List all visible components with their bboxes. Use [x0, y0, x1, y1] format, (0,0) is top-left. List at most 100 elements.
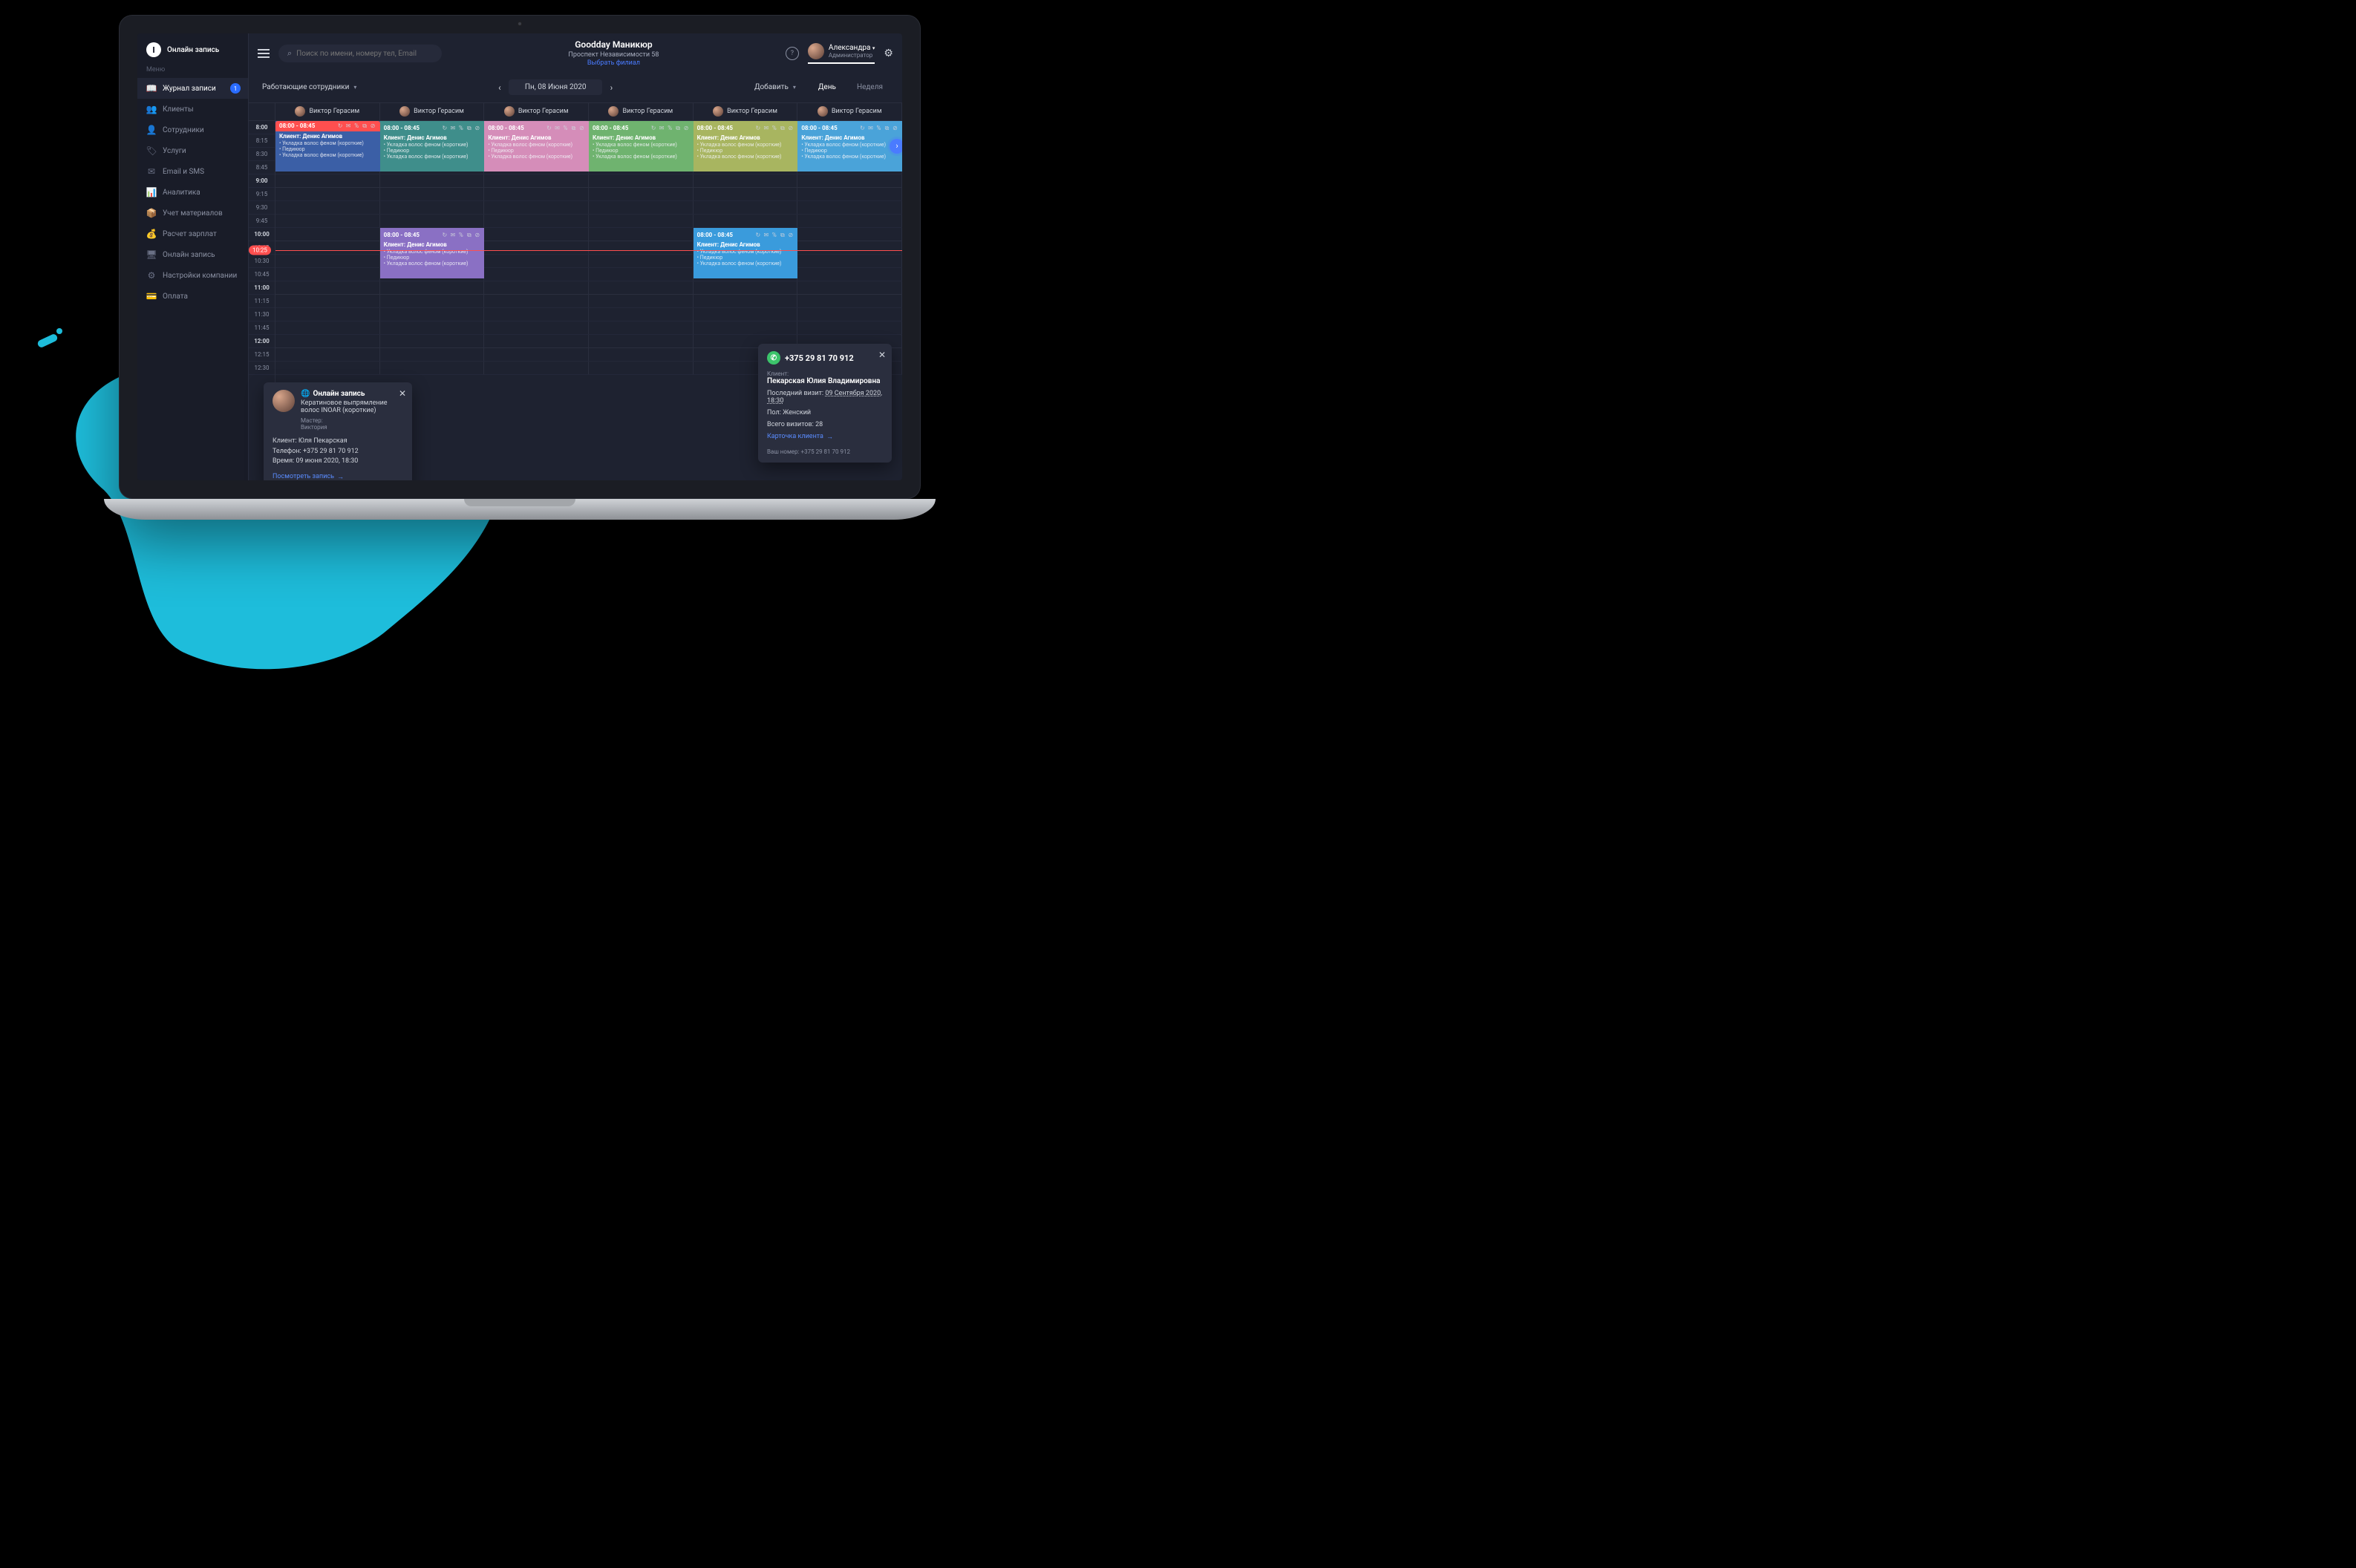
column-header[interactable]: Виктор Герасим [589, 103, 694, 120]
gear-icon[interactable]: ⚙ [884, 48, 893, 59]
view-record-link[interactable]: Посмотреть запись → [273, 473, 344, 481]
event-service: • Укладка волос феном (короткие) [801, 142, 898, 148]
help-icon[interactable] [786, 47, 799, 60]
calendar-event[interactable]: 08:00 - 08:45↻✉%⧉⊘Клиент: Денис Агимов• … [694, 228, 798, 278]
time-slot: 11:45 [249, 321, 275, 335]
event-service: • Педикюр [384, 148, 481, 154]
current-date[interactable]: Пн, 08 Июня 2020 [509, 79, 603, 95]
menu-toggle-icon[interactable] [258, 49, 270, 58]
column-header[interactable]: Виктор Герасим [380, 103, 485, 120]
avatar [504, 106, 515, 117]
next-day-button[interactable]: › [602, 79, 620, 97]
check-icon: ⊘ [892, 125, 898, 131]
calendar-event[interactable]: 08:00 - 08:45↻✉%⧉⊘Клиент: Денис Агимов• … [694, 121, 798, 172]
logo[interactable]: I Онлайн запись [137, 33, 248, 65]
event-service: • Педикюр [279, 146, 376, 152]
event-service: • Педикюр [593, 148, 690, 154]
copy-icon: ⧉ [466, 232, 472, 238]
close-icon[interactable]: ✕ [399, 388, 406, 399]
user-menu[interactable]: Александра ▾ Администратор [808, 43, 875, 64]
search-input-wrap[interactable]: ⌕ [278, 45, 442, 62]
close-icon[interactable]: ✕ [878, 350, 886, 360]
search-icon: ⌕ [287, 48, 292, 59]
event-service: • Укладка волос феном (короткие) [697, 142, 794, 148]
calendar-event[interactable]: 08:00 - 08:45↻✉%⧉⊘Клиент: Денис Агимов• … [380, 121, 485, 172]
grid-rows[interactable]: › 08:00 - 08:45↻✉%⧉⊘Клиент: Денис Агимов… [275, 121, 902, 375]
menu-section-label: Меню [137, 65, 248, 78]
refresh-icon: ↻ [754, 125, 761, 131]
globe-icon: 🌐 [301, 390, 310, 398]
refresh-icon: ↻ [441, 232, 448, 238]
caller-phone: +375 29 81 70 912 [785, 353, 854, 363]
event-service: • Укладка волос феном (короткие) [801, 154, 898, 160]
badge: 1 [230, 83, 241, 94]
message-icon: ✉ [867, 125, 874, 131]
sidebar-item-8[interactable]: 🖥Онлайн запись [137, 244, 248, 265]
event-client: Клиент: Денис Агимов [384, 134, 481, 142]
gender: Пол: Женский [767, 409, 883, 416]
sidebar-icon: 💰 [146, 229, 157, 239]
sidebar-icon: 🏷 [146, 146, 157, 156]
event-time: 08:00 - 08:45 [801, 125, 837, 132]
time-slot: 8:45 [249, 161, 275, 174]
calendar-event[interactable]: 08:00 - 08:45↻✉%⧉⊘Клиент: Денис Агимов• … [275, 121, 380, 172]
event-time: 08:00 - 08:45 [697, 125, 733, 132]
time-slot: 9:30 [249, 201, 275, 215]
sidebar-item-10[interactable]: 💳Оплата [137, 286, 248, 307]
sidebar-label: Сотрудники [163, 126, 204, 134]
sidebar-item-1[interactable]: 👥Клиенты [137, 99, 248, 120]
popup-title: Онлайн запись [313, 390, 365, 398]
calendar-event[interactable]: 08:00 - 08:45↻✉%⧉⊘Клиент: Денис Агимов• … [380, 228, 485, 278]
sidebar-item-4[interactable]: ✉Email и SMS [137, 161, 248, 182]
tab-day[interactable]: День [808, 79, 846, 95]
client-name: Пекарская Юлия Владимировна [767, 377, 883, 385]
sidebar-label: Настройки компании [163, 272, 237, 280]
event-service: • Педикюр [697, 255, 794, 261]
sidebar-item-0[interactable]: 📖Журнал записи1 [137, 78, 248, 99]
arrow-right-icon: → [337, 473, 344, 481]
percent-icon: % [562, 125, 569, 131]
sidebar-item-3[interactable]: 🏷Услуги [137, 140, 248, 161]
sidebar-item-6[interactable]: 📦Учет материалов [137, 203, 248, 223]
branch-select-link[interactable]: Выбрать филиал [568, 59, 659, 68]
sidebar-item-2[interactable]: 👤Сотрудники [137, 120, 248, 140]
sidebar-item-7[interactable]: 💰Расчет зарплат [137, 223, 248, 244]
event-time: 08:00 - 08:45 [384, 232, 420, 239]
calendar-event[interactable]: 08:00 - 08:45↻✉%⧉⊘Клиент: Денис Агимов• … [589, 121, 694, 172]
time-slot: 12:00 [249, 335, 275, 348]
add-dropdown[interactable]: Добавить▾ [750, 80, 800, 94]
avatar [713, 106, 723, 117]
staff-filter-dropdown[interactable]: Работающие сотрудники▾ [258, 80, 361, 94]
column-header[interactable]: Виктор Герасим [797, 103, 902, 120]
column-header[interactable]: Виктор Герасим [275, 103, 380, 120]
sidebar-item-9[interactable]: ⚙Настройки компании [137, 265, 248, 286]
event-time: 08:00 - 08:45 [279, 122, 315, 130]
scroll-right-button[interactable]: › [890, 139, 902, 154]
calendar-event[interactable]: 08:00 - 08:45↻✉%⧉⊘Клиент: Денис Агимов• … [484, 121, 589, 172]
copy-icon: ⧉ [884, 125, 890, 131]
check-icon: ⊘ [474, 125, 480, 131]
caller-popup: ✕ ✆ +375 29 81 70 912 Клиент: Пекарская … [758, 344, 892, 463]
prev-day-button[interactable]: ‹ [491, 79, 509, 97]
branch-title: Goodday Маникюр Проспект Независимости 5… [568, 39, 659, 68]
refresh-icon: ↻ [337, 122, 344, 129]
calendar-event[interactable]: 08:00 - 08:45↻✉%⧉⊘Клиент: Денис Агимов• … [797, 121, 902, 172]
event-service: • Укладка волос феном (короткие) [488, 142, 585, 148]
sidebar-icon: 💳 [146, 291, 157, 301]
refresh-icon: ↻ [650, 125, 657, 131]
copy-icon: ⧉ [570, 125, 577, 131]
column-header[interactable]: Виктор Герасим [694, 103, 798, 120]
event-service: • Укладка волос феном (короткие) [697, 154, 794, 160]
client-card-link[interactable]: Карточка клиента → [767, 433, 833, 441]
column-header[interactable]: Виктор Герасим [484, 103, 589, 120]
event-service: • Укладка волос феном (короткие) [593, 154, 690, 160]
now-time-badge: 10:25 [249, 245, 271, 255]
time-slot: 9:45 [249, 215, 275, 228]
search-input[interactable] [296, 50, 433, 58]
percent-icon: % [875, 125, 882, 131]
sidebar-label: Клиенты [163, 105, 194, 114]
tab-week[interactable]: Неделя [846, 79, 893, 95]
sidebar-item-5[interactable]: 📊Аналитика [137, 182, 248, 203]
message-icon: ✉ [449, 232, 456, 238]
event-client: Клиент: Денис Агимов [279, 133, 376, 140]
